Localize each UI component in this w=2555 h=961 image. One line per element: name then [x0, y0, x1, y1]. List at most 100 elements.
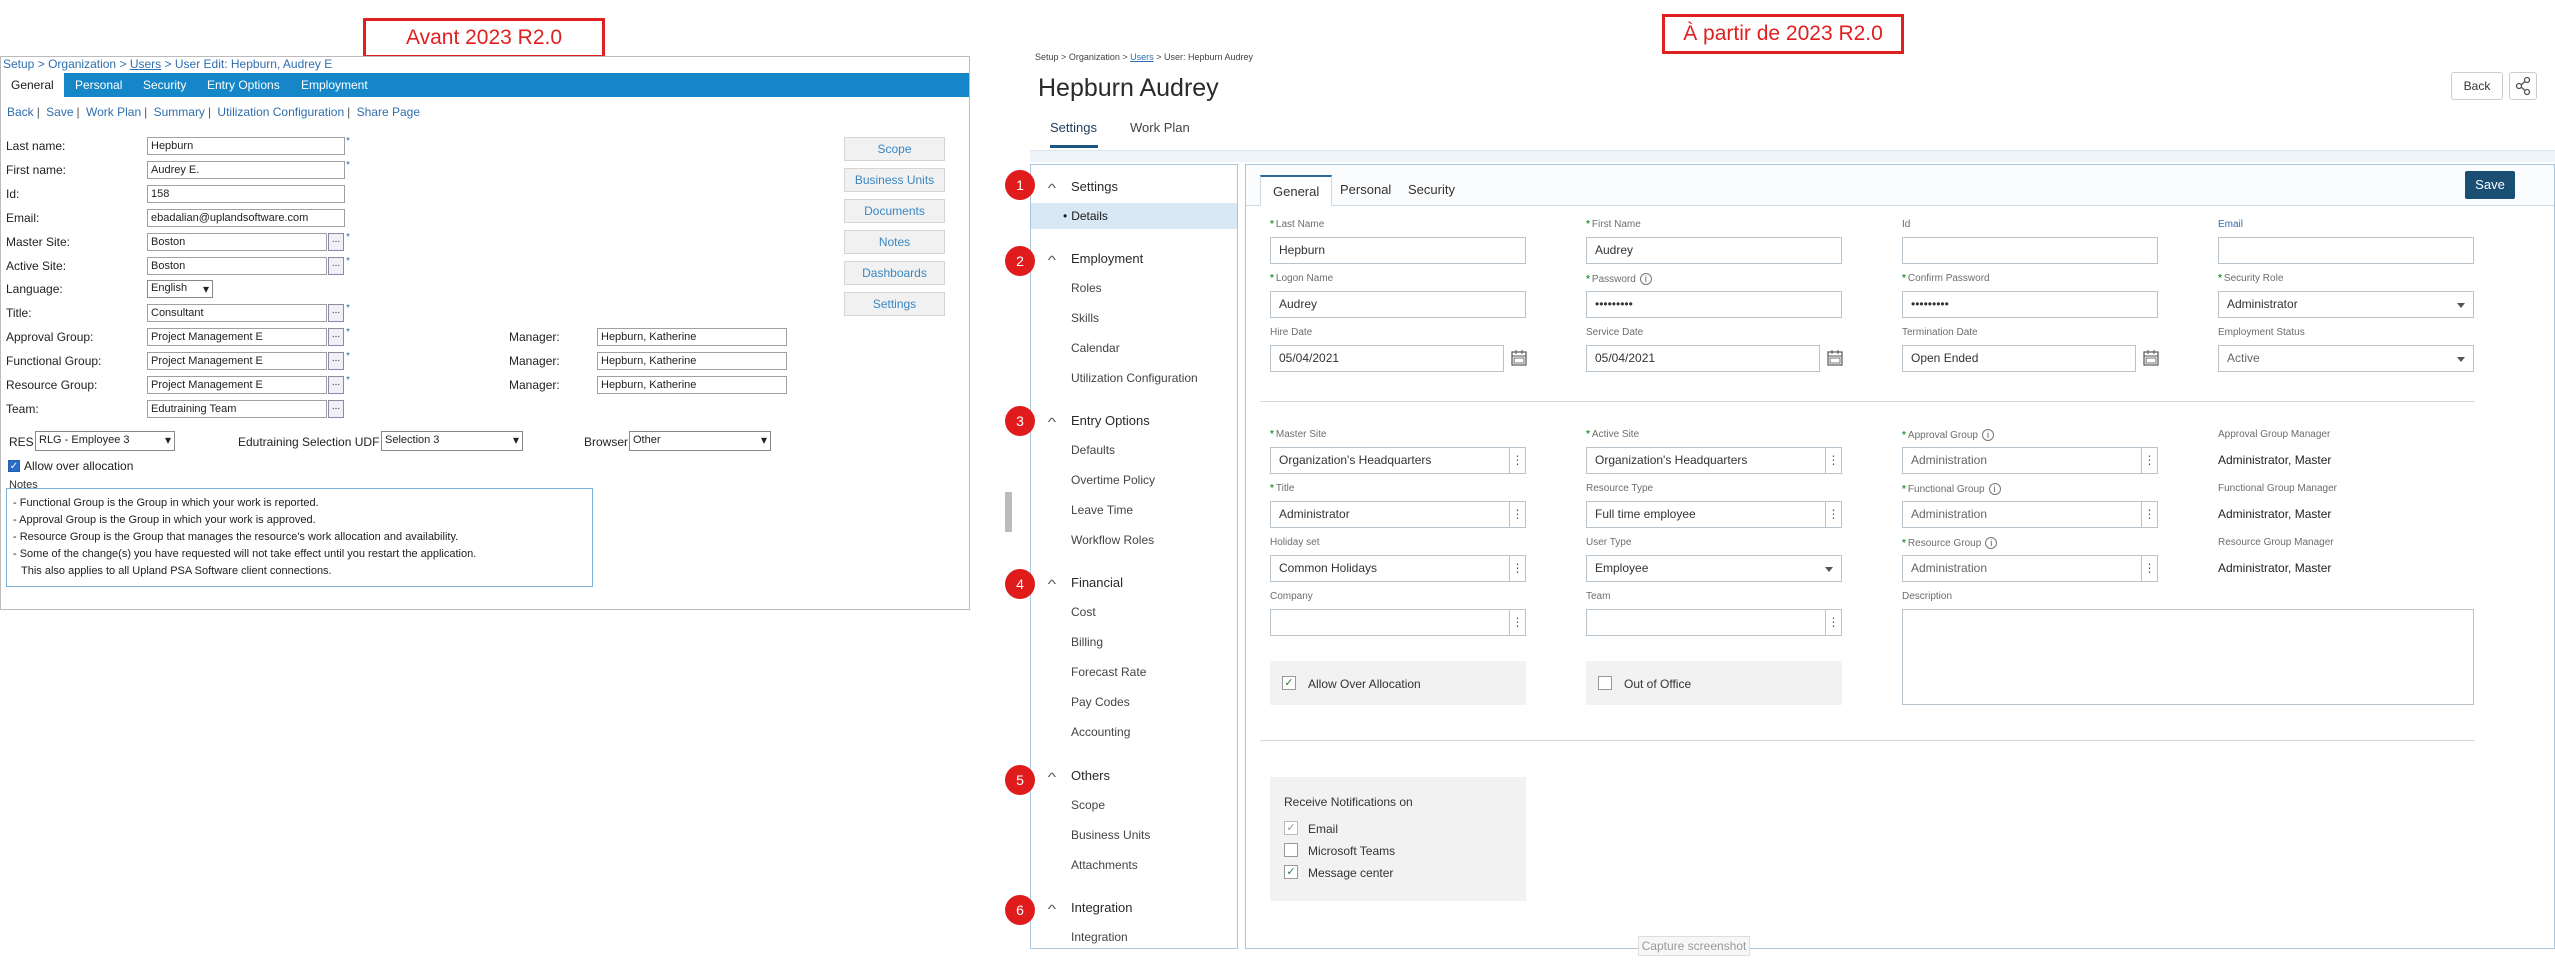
- sidebar-item-details[interactable]: Details: [1031, 203, 1237, 229]
- tab-general[interactable]: General: [1, 73, 64, 97]
- allow-over-allocation-checkbox[interactable]: ✓: [1282, 676, 1296, 690]
- info-icon[interactable]: i: [1988, 483, 2001, 495]
- id-input[interactable]: 158: [147, 185, 345, 203]
- summary-link[interactable]: Summary: [154, 105, 205, 119]
- language-select[interactable]: English: [147, 280, 213, 298]
- calendar-icon[interactable]: [1826, 349, 1844, 367]
- team-input[interactable]: [1586, 609, 1826, 636]
- resource-group-input[interactable]: Administration: [1902, 555, 2142, 582]
- confirm-password-input[interactable]: •••••••••: [1902, 291, 2158, 318]
- settings-button[interactable]: Settings: [844, 292, 945, 316]
- title-input[interactable]: Administrator: [1270, 501, 1510, 528]
- save-link[interactable]: Save: [46, 105, 73, 119]
- title-lookup-button[interactable]: ...: [328, 304, 344, 322]
- sidebar-item-billing[interactable]: Billing: [1071, 635, 1103, 649]
- breadcrumb-organization[interactable]: Organization: [1069, 52, 1120, 62]
- breadcrumb-setup[interactable]: Setup: [1035, 52, 1059, 62]
- tab-security[interactable]: Security: [1396, 175, 1467, 206]
- breadcrumb-users[interactable]: Users: [130, 57, 161, 71]
- sidebar-group-entry-options[interactable]: Entry Options: [1071, 413, 1150, 428]
- udf-select[interactable]: Selection 3: [381, 431, 523, 451]
- master-site-lookup-button[interactable]: ...: [328, 233, 344, 251]
- sidebar-group-financial[interactable]: Financial: [1071, 575, 1123, 590]
- calendar-icon[interactable]: [1510, 349, 1528, 367]
- active-site-lookup-button[interactable]: ...: [328, 257, 344, 275]
- kebab-icon[interactable]: ⋮: [2142, 447, 2158, 474]
- sidebar-item-overtime-policy[interactable]: Overtime Policy: [1071, 473, 1155, 487]
- kebab-icon[interactable]: ⋮: [2142, 501, 2158, 528]
- info-icon[interactable]: i: [1639, 273, 1652, 285]
- first-name-input[interactable]: Audrey: [1586, 237, 1842, 264]
- kebab-icon[interactable]: ⋮: [1510, 447, 1526, 474]
- email-input[interactable]: ebadalian@uplandsoftware.com: [147, 209, 345, 227]
- kebab-icon[interactable]: ⋮: [1826, 501, 1842, 528]
- kebab-icon[interactable]: ⋮: [1510, 555, 1526, 582]
- breadcrumb-users[interactable]: Users: [1130, 52, 1154, 62]
- breadcrumb-setup[interactable]: Setup: [3, 57, 34, 71]
- sidebar-item-integration[interactable]: Integration: [1071, 930, 1128, 944]
- hire-date-input[interactable]: 05/04/2021: [1270, 345, 1504, 372]
- kebab-icon[interactable]: ⋮: [1826, 447, 1842, 474]
- notify-email-checkbox[interactable]: ✓: [1284, 821, 1298, 835]
- sidebar-item-pay-codes[interactable]: Pay Codes: [1071, 695, 1130, 709]
- employment-status-select[interactable]: Active: [2218, 345, 2474, 372]
- logon-name-input[interactable]: Audrey: [1270, 291, 1526, 318]
- tab-personal[interactable]: Personal: [1328, 175, 1403, 206]
- sidebar-item-utilization-configuration[interactable]: Utilization Configuration: [1071, 371, 1198, 385]
- work-plan-link[interactable]: Work Plan: [86, 105, 141, 119]
- sidebar-item-cost[interactable]: Cost: [1071, 605, 1096, 619]
- approval-group-input[interactable]: Project Management E: [147, 328, 327, 346]
- out-of-office-checkbox[interactable]: [1598, 676, 1612, 690]
- sidebar-item-defaults[interactable]: Defaults: [1071, 443, 1115, 457]
- notify-teams-checkbox[interactable]: [1284, 843, 1298, 857]
- sidebar-item-accounting[interactable]: Accounting: [1071, 725, 1130, 739]
- approval-group-lookup-button[interactable]: ...: [328, 328, 344, 346]
- resource-manager-input[interactable]: Hepburn, Katherine: [597, 376, 787, 394]
- allow-over-allocation-checkbox[interactable]: ✓: [8, 460, 20, 472]
- functional-manager-input[interactable]: Hepburn, Katherine: [597, 352, 787, 370]
- tab-employment[interactable]: Employment: [291, 73, 378, 97]
- sidebar-item-roles[interactable]: Roles: [1071, 281, 1102, 295]
- title-input[interactable]: Consultant: [147, 304, 327, 322]
- info-icon[interactable]: i: [1981, 429, 1994, 441]
- capture-screenshot-button[interactable]: Capture screenshot: [1638, 936, 1750, 956]
- master-site-input[interactable]: Boston: [147, 233, 327, 251]
- kebab-icon[interactable]: ⋮: [1510, 501, 1526, 528]
- sidebar-group-settings[interactable]: Settings: [1071, 179, 1118, 194]
- email-label[interactable]: Email: [2218, 219, 2243, 230]
- team-lookup-button[interactable]: ...: [328, 400, 344, 418]
- description-textarea[interactable]: [1902, 609, 2474, 705]
- master-site-input[interactable]: Organization's Headquarters: [1270, 447, 1510, 474]
- sidebar-group-integration[interactable]: Integration: [1071, 900, 1132, 915]
- resource-group-input[interactable]: Project Management E: [147, 376, 327, 394]
- res-select[interactable]: RLG - Employee 3: [35, 431, 175, 451]
- last-name-input[interactable]: Hepburn: [1270, 237, 1526, 264]
- utilization-configuration-link[interactable]: Utilization Configuration: [217, 105, 344, 119]
- active-site-input[interactable]: Boston: [147, 257, 327, 275]
- sidebar-item-calendar[interactable]: Calendar: [1071, 341, 1120, 355]
- notify-message-center-checkbox[interactable]: ✓: [1284, 865, 1298, 879]
- tab-entry-options[interactable]: Entry Options: [197, 73, 290, 97]
- last-name-input[interactable]: Hepburn: [147, 137, 345, 155]
- functional-group-input[interactable]: Administration: [1902, 501, 2142, 528]
- id-input[interactable]: [1902, 237, 2158, 264]
- tab-security[interactable]: Security: [133, 73, 196, 97]
- scope-button[interactable]: Scope: [844, 137, 945, 161]
- sidebar-item-forecast-rate[interactable]: Forecast Rate: [1071, 665, 1146, 679]
- calendar-icon[interactable]: [2142, 349, 2160, 367]
- termination-date-input[interactable]: Open Ended: [1902, 345, 2136, 372]
- tab-general[interactable]: General: [1260, 175, 1333, 206]
- sidebar-item-scope[interactable]: Scope: [1071, 798, 1105, 812]
- business-units-button[interactable]: Business Units: [844, 168, 945, 192]
- sidebar-item-leave-time[interactable]: Leave Time: [1071, 503, 1133, 517]
- sidebar-item-business-units[interactable]: Business Units: [1071, 828, 1150, 842]
- functional-group-lookup-button[interactable]: ...: [328, 352, 344, 370]
- password-input[interactable]: •••••••••: [1586, 291, 1842, 318]
- team-input[interactable]: Edutraining Team: [147, 400, 327, 418]
- active-site-input[interactable]: Organization's Headquarters: [1586, 447, 1826, 474]
- back-link[interactable]: Back: [7, 105, 34, 119]
- first-name-input[interactable]: Audrey E.: [147, 161, 345, 179]
- sidebar-group-employment[interactable]: Employment: [1071, 251, 1143, 266]
- save-button[interactable]: Save: [2465, 171, 2515, 199]
- browser-select[interactable]: Other: [629, 431, 771, 451]
